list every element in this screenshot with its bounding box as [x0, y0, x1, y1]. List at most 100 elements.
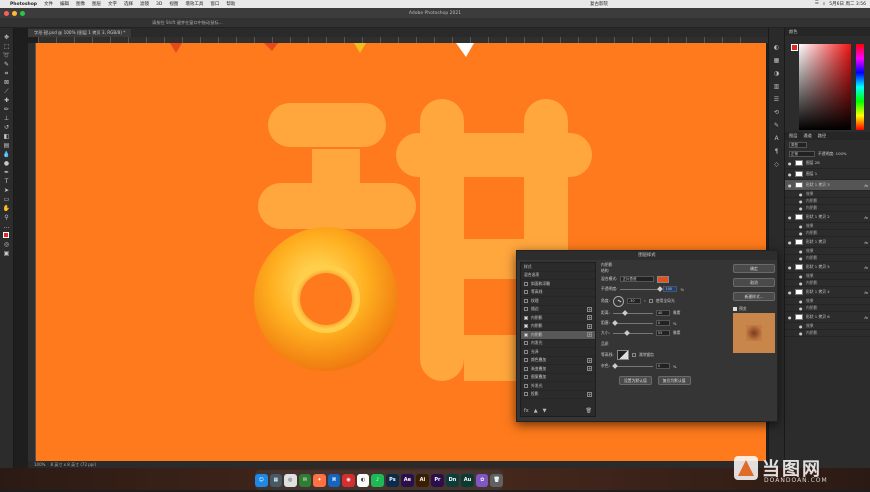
style-item[interactable]: 内阴影 + [521, 323, 595, 331]
launchpad-icon[interactable]: ▦ [269, 473, 283, 487]
eraser-tool-icon[interactable]: ◧ [2, 133, 12, 141]
opacity-input[interactable]: 100 [663, 286, 678, 292]
move-tool-icon[interactable]: ✥ [2, 34, 12, 42]
zoom-level[interactable]: 100% [34, 462, 45, 467]
style-item[interactable]: 投影 + [521, 391, 595, 399]
style-checkbox[interactable] [524, 375, 528, 380]
zoom-window-button[interactable] [20, 10, 25, 16]
swatches-panel-icon[interactable]: ▦ [773, 57, 781, 64]
style-item[interactable]: 渐变叠加 + [521, 365, 595, 374]
app-icon[interactable]: ◐ [356, 473, 370, 487]
style-item[interactable]: 内发光 [521, 340, 595, 348]
menu-item-filter[interactable]: 滤镜 [140, 1, 149, 7]
cancel-button[interactable]: 取消 [733, 278, 775, 287]
preview-checkbox[interactable] [733, 307, 737, 311]
add-style-icon[interactable]: + [587, 391, 592, 397]
set-default-button[interactable]: 设置为默认值 [619, 375, 652, 385]
size-slider[interactable] [612, 329, 653, 336]
shape-tool-icon[interactable]: ▭ [2, 196, 12, 204]
style-item[interactable]: 斜面和浮雕 [521, 280, 595, 289]
fx-icon[interactable]: fx [864, 240, 868, 245]
libraries-panel-icon[interactable]: ▥ [773, 83, 781, 90]
document-tab[interactable]: 字形·甜.psd @ 100% (图层 1 拷贝 3, RGB/8) * [28, 29, 132, 37]
blend-mode-select[interactable]: 正片叠底 [620, 276, 655, 282]
tab-paths[interactable]: 路径 [818, 132, 826, 140]
contour-picker[interactable] [616, 349, 629, 360]
path-select-tool-icon[interactable]: ➤ [2, 187, 12, 195]
menu-item-select[interactable]: 选择 [124, 1, 133, 7]
noise-slider[interactable] [612, 362, 653, 369]
distance-input[interactable]: 40 [655, 310, 670, 316]
tab-channels[interactable]: 通道 [803, 132, 811, 140]
noise-input[interactable]: 0 [655, 363, 670, 369]
style-item[interactable]: 纹理 [521, 297, 595, 306]
history-panel-icon[interactable]: ⟲ [773, 109, 781, 116]
fx-icon[interactable]: fx [864, 265, 868, 270]
style-item[interactable]: 内阴影 + [521, 314, 595, 323]
quick-mask-icon[interactable]: ◎ [2, 241, 12, 249]
add-style-icon[interactable]: + [587, 306, 592, 312]
style-checkbox[interactable] [524, 290, 528, 295]
layer-effect-row[interactable]: ● 效果 [785, 323, 870, 330]
eye-icon[interactable]: ● [799, 299, 803, 304]
properties-panel-icon[interactable]: ☰ [773, 96, 781, 103]
layer-effect-row[interactable]: ● 效果 [785, 248, 870, 255]
color-panel-icon[interactable]: ◐ [773, 44, 781, 51]
layer-row[interactable]: ● 图层 28 [785, 158, 870, 169]
dodge-tool-icon[interactable]: ● [2, 160, 12, 168]
eye-icon[interactable]: ● [799, 192, 803, 197]
layer-effect-row[interactable]: ● 内阴影 [785, 205, 870, 212]
app-icon[interactable]: ◉ [342, 473, 355, 487]
layer-effect-row[interactable]: ● 效果 [785, 273, 870, 280]
crop-tool-icon[interactable]: ⌗ [2, 70, 12, 78]
layer-effect-row[interactable]: ● 内阴影 [785, 198, 870, 205]
style-item[interactable]: 图案叠加 [521, 374, 595, 382]
layer-effect-row[interactable]: ● 内阴影 [785, 230, 870, 237]
menu-item-type[interactable]: 文字 [108, 1, 117, 7]
menu-item-layer[interactable]: 图层 [92, 1, 101, 7]
eye-icon[interactable]: ● [799, 274, 803, 279]
distance-slider[interactable] [612, 309, 653, 316]
opacity-slider[interactable] [620, 285, 664, 292]
style-checkbox[interactable] [524, 324, 528, 329]
style-checkbox[interactable] [524, 341, 528, 346]
quick-select-tool-icon[interactable]: ✎ [2, 61, 12, 69]
close-window-button[interactable] [4, 10, 9, 16]
add-style-icon[interactable]: + [587, 366, 592, 372]
reset-default-button[interactable]: 复位为默认值 [657, 375, 691, 385]
trash-dock-icon[interactable]: 🗑 [490, 473, 504, 487]
move-up-icon[interactable]: ▲ [534, 408, 538, 414]
eyedropper-tool-icon[interactable]: ⟋ [2, 88, 12, 96]
add-style-icon[interactable]: + [587, 315, 592, 321]
tab-layers[interactable]: 图层 [789, 132, 797, 140]
menu-extra-icon[interactable]: ☰ [815, 1, 819, 7]
blur-tool-icon[interactable]: 💧 [2, 151, 12, 159]
blend-options-item[interactable]: 混合选项 [521, 272, 595, 280]
dock-app-ps-icon[interactable]: Ps [385, 473, 399, 487]
layer-opacity[interactable]: 不透明度: 100% [818, 151, 847, 157]
style-checkbox[interactable] [524, 366, 528, 371]
shadow-color-swatch[interactable] [657, 275, 670, 283]
style-item[interactable]: 内阴影 + [521, 331, 595, 340]
marquee-tool-icon[interactable]: ⬚ [2, 43, 12, 51]
eye-icon[interactable]: ● [799, 206, 803, 211]
style-item[interactable]: 等高线 [521, 289, 595, 297]
fx-icon[interactable]: fx [864, 290, 868, 295]
menu-item-window[interactable]: 窗口 [210, 1, 219, 7]
layers-panel-icon[interactable]: ◇ [773, 161, 781, 168]
layer-row[interactable]: ● 图层 1 [785, 169, 870, 180]
layer-row[interactable]: ● 形状 1 拷贝 fx [785, 237, 870, 248]
eye-icon[interactable]: ● [799, 231, 803, 236]
style-checkbox[interactable] [524, 392, 528, 397]
eye-icon[interactable]: ● [788, 172, 792, 177]
hue-slider[interactable] [856, 44, 864, 130]
paragraph-panel-icon[interactable]: ¶ [773, 148, 781, 155]
style-checkbox[interactable] [524, 307, 528, 312]
color-swatch-icon[interactable] [2, 232, 12, 240]
layer-row[interactable]: ● 形状 1 拷贝 6 fx [785, 312, 870, 323]
eye-icon[interactable]: ● [799, 306, 803, 311]
history-brush-icon[interactable]: ↺ [2, 124, 12, 132]
dock-app-dn-icon[interactable]: Dn [445, 473, 459, 487]
eye-icon[interactable]: ● [799, 249, 803, 254]
eye-icon[interactable]: ● [799, 281, 803, 286]
